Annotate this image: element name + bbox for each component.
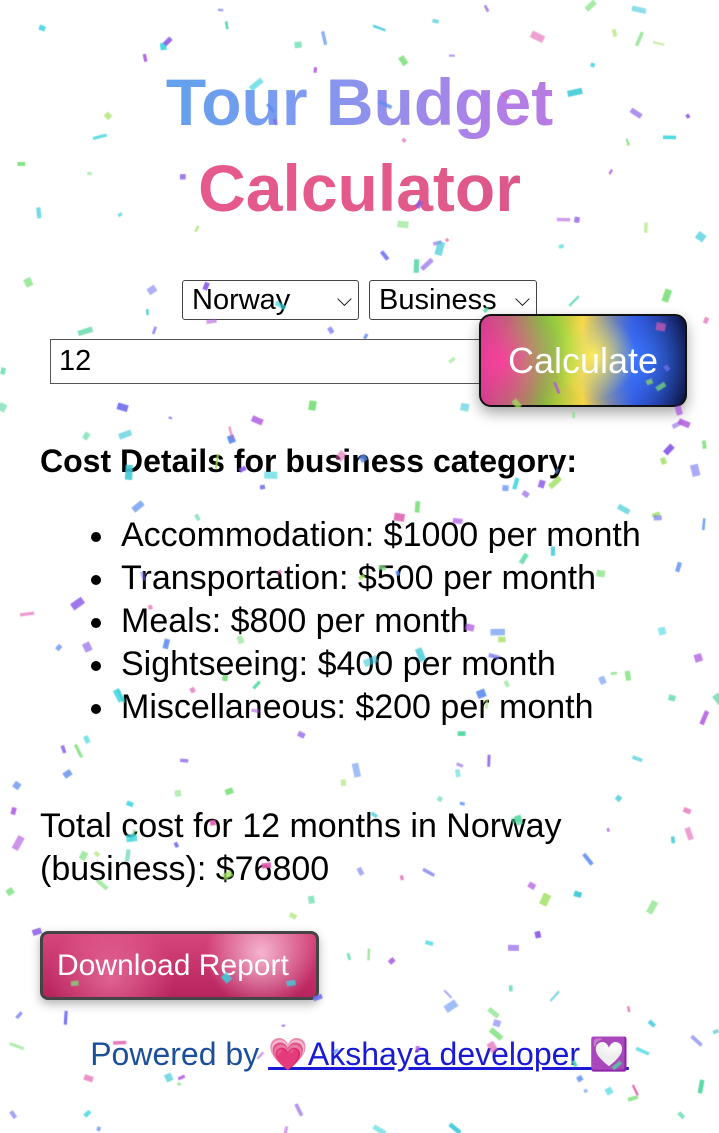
months-input-value: 12	[59, 345, 92, 377]
cost-item-accommodation: Accommodation: $1000 per month	[85, 514, 645, 557]
page-title-line2: Calculator	[0, 146, 719, 230]
cost-item-meals: Meals: $800 per month	[85, 600, 645, 643]
category-select-value: Business	[379, 284, 497, 316]
cost-details-list: Accommodation: $1000 per month Transport…	[85, 514, 645, 729]
cost-item-miscellaneous: Miscellaneous: $200 per month	[85, 686, 645, 729]
download-report-button[interactable]: Download Report	[40, 931, 319, 1000]
powered-by-footer: Powered by 💗Akshaya developer 💟	[0, 1032, 719, 1076]
cost-details-heading: Cost Details for business category:	[40, 443, 578, 479]
page-title-line1: Tour Budget	[0, 60, 719, 144]
total-cost-text: Total cost for 12 months in Norway (busi…	[40, 807, 562, 888]
calculate-button[interactable]: Calculate	[479, 314, 687, 407]
months-input[interactable]: 12	[50, 339, 490, 384]
cost-item-sightseeing: Sightseeing: $400 per month	[85, 643, 645, 686]
country-select[interactable]: Norway ⌵	[182, 280, 359, 320]
developer-link[interactable]: 💗Akshaya developer 💟	[268, 1036, 629, 1072]
chevron-down-icon: ⌵	[336, 289, 352, 311]
cost-item-transportation: Transportation: $500 per month	[85, 557, 645, 600]
country-select-value: Norway	[192, 284, 291, 316]
powered-by-label: Powered by	[90, 1036, 269, 1072]
